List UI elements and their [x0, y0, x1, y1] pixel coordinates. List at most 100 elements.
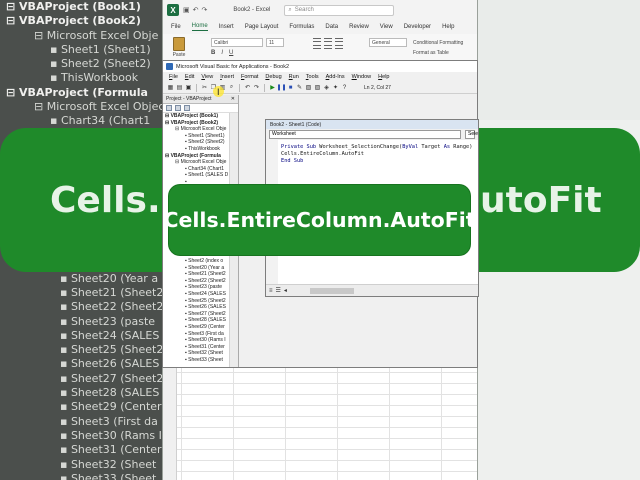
menu-addins[interactable]: Add-Ins	[326, 74, 345, 80]
menu-run[interactable]: Run	[289, 74, 299, 80]
font-size-select[interactable]: 11	[266, 38, 284, 47]
project-tree-item[interactable]: ▪ Sheet29 (Center	[165, 324, 238, 331]
reset-icon[interactable]: ■	[287, 84, 294, 91]
font-name-select[interactable]: Calibri	[211, 38, 263, 47]
menu-view[interactable]: View	[201, 74, 213, 80]
tab-page-layout[interactable]: Page Layout	[245, 24, 279, 30]
find-icon[interactable]: ⌕	[228, 84, 235, 91]
menu-format[interactable]: Format	[241, 74, 258, 80]
project-tree-item[interactable]: ▪ Sheet27 (Sheet2	[165, 311, 238, 318]
project-tree-item[interactable]: ▪ Sheet2 (index o	[165, 258, 238, 265]
menu-edit[interactable]: Edit	[185, 74, 194, 80]
project-tree-item[interactable]: ▪ Sheet31 (Center	[165, 344, 238, 351]
scroll-left-icon[interactable]: ◂	[284, 287, 287, 294]
project-tree-item[interactable]: ▪ ThisWorkbook	[165, 146, 238, 153]
tab-file[interactable]: File	[171, 24, 181, 30]
menu-file[interactable]: File	[169, 74, 178, 80]
conditional-formatting-button[interactable]: Conditional Formatting	[413, 38, 463, 48]
align-icon[interactable]	[335, 38, 343, 42]
toolbox-icon[interactable]: ✦	[332, 84, 339, 91]
align-icon[interactable]	[324, 45, 332, 49]
help-icon[interactable]: ?	[341, 84, 348, 91]
project-tree-item[interactable]: ⊟ VBAProject (Formula	[165, 153, 238, 160]
align-icon[interactable]	[324, 38, 332, 42]
project-tree-item[interactable]: ▪ Sheet1 (SALES D	[165, 172, 238, 179]
module-view-icon[interactable]: ☰	[276, 287, 281, 294]
project-tree-item[interactable]: ▪ Sheet1 (Sheet1)	[165, 133, 238, 140]
row-header[interactable]	[163, 449, 176, 460]
tab-home[interactable]: Home	[191, 23, 208, 31]
view-excel-icon[interactable]: ▦	[167, 84, 174, 91]
number-format-select[interactable]: General	[369, 38, 407, 47]
tab-view[interactable]: View	[380, 24, 393, 30]
code-horizontal-scrollbar[interactable]: ≡ ☰ ◂	[266, 284, 478, 296]
project-tree-item[interactable]: ▪ Sheet25 (Sheet2	[165, 298, 238, 305]
object-browser-icon[interactable]: ◈	[323, 84, 330, 91]
menu-window[interactable]: Window	[352, 74, 372, 80]
tab-data[interactable]: Data	[325, 24, 338, 30]
underline-button[interactable]: U	[229, 50, 233, 56]
view-object-icon[interactable]	[175, 105, 181, 111]
tab-formulas[interactable]: Formulas	[289, 24, 314, 30]
project-tree-item[interactable]: ▪ Sheet33 (Sheet	[165, 357, 238, 364]
run-icon[interactable]: ▶	[269, 84, 276, 91]
code-line[interactable]: End Sub	[281, 158, 478, 165]
format-as-table-button[interactable]: Format as Table	[413, 48, 463, 58]
procedure-dropdown[interactable]: Sele	[465, 130, 478, 139]
scroll-thumb[interactable]	[309, 287, 354, 294]
row-header[interactable]	[163, 383, 176, 394]
project-tree-item[interactable]: ▪ Sheet2 (Sheet2)	[165, 139, 238, 146]
row-header[interactable]	[163, 372, 176, 383]
project-tree-item[interactable]: ▪ Sheet23 (paste	[165, 284, 238, 291]
object-dropdown[interactable]: Worksheet	[269, 130, 461, 139]
project-tree-item[interactable]: ▪ Sheet20 (Year a	[165, 265, 238, 272]
project-tree-item[interactable]: ▪ Sheet28 (SALES	[165, 317, 238, 324]
project-tree-item[interactable]: ⊟ Microsoft Excel Obje	[165, 126, 238, 133]
view-code-icon[interactable]	[166, 105, 172, 111]
code-line[interactable]: Cells.EntireColumn.AutoFit	[281, 151, 478, 158]
undo-icon[interactable]: ↶	[244, 84, 251, 91]
search-box[interactable]: ⌕ Search	[284, 4, 395, 16]
procedure-view-icon[interactable]: ≡	[269, 288, 273, 294]
align-icon[interactable]	[313, 45, 321, 49]
project-tree-item[interactable]: ▪ Chart34 (Chart1	[165, 166, 238, 173]
project-tree-item[interactable]: ▪ Sheet32 (Sheet	[165, 350, 238, 357]
project-tree-item[interactable]: ▪ Sheet24 (SALES	[165, 291, 238, 298]
undo-icon[interactable]: ↶	[193, 6, 199, 14]
tab-developer[interactable]: Developer	[404, 24, 431, 30]
project-tree-item[interactable]: ⊟ Microsoft Excel Obje	[165, 159, 238, 166]
row-header[interactable]	[163, 405, 176, 416]
cut-icon[interactable]: ✂	[201, 84, 208, 91]
project-tree-item[interactable]: ⊟ VBAProject (Book1)	[165, 113, 238, 120]
project-tree-item[interactable]: ▪ Sheet22 (Sheet2	[165, 278, 238, 285]
save-icon[interactable]: ▣	[185, 84, 192, 91]
row-header[interactable]	[163, 438, 176, 449]
break-icon[interactable]: ❚❚	[276, 84, 286, 91]
menu-debug[interactable]: Debug	[265, 74, 281, 80]
design-mode-icon[interactable]: ✎	[296, 84, 303, 91]
row-header[interactable]	[163, 427, 176, 438]
tab-insert[interactable]: Insert	[219, 24, 234, 30]
menu-help[interactable]: Help	[378, 74, 389, 80]
project-tree-item[interactable]: ▪ Sheet30 (Rams I	[165, 337, 238, 344]
project-tree-item[interactable]: ▪ Sheet3 (First da	[165, 331, 238, 338]
project-tree-item[interactable]: ⊟ VBAProject (Book2)	[165, 120, 238, 127]
close-icon[interactable]: ✕	[231, 96, 235, 102]
bold-button[interactable]: B	[211, 50, 215, 56]
insert-module-icon[interactable]: ▤	[176, 84, 183, 91]
redo-icon[interactable]: ↷	[202, 6, 208, 14]
menu-insert[interactable]: Insert	[220, 74, 234, 80]
toggle-folders-icon[interactable]	[184, 105, 190, 111]
save-icon[interactable]: ▣	[183, 6, 190, 14]
project-tree-item[interactable]: ▪ Sheet26 (SALES	[165, 304, 238, 311]
properties-icon[interactable]: ▨	[314, 84, 321, 91]
row-header[interactable]	[163, 416, 176, 427]
code-line[interactable]: Private Sub Worksheet_SelectionChange(By…	[281, 144, 478, 151]
menu-tools[interactable]: Tools	[306, 74, 319, 80]
italic-button[interactable]: I	[221, 50, 223, 56]
paste-button[interactable]: Paste	[171, 37, 187, 61]
project-tree-item[interactable]: ▪ Sheet21 (Sheet2	[165, 271, 238, 278]
tab-help[interactable]: Help	[442, 24, 454, 30]
row-header[interactable]	[163, 460, 176, 471]
tab-review[interactable]: Review	[349, 24, 369, 30]
